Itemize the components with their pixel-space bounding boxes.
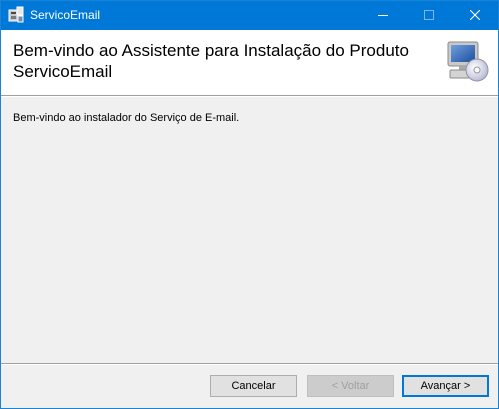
maximize-button[interactable] <box>406 1 452 30</box>
title-bar[interactable]: ServicoEmail <box>1 1 498 30</box>
installer-package-icon <box>7 6 25 24</box>
installer-window: ServicoEmail Bem-vindo ao Assistente par… <box>0 0 499 409</box>
banner-title: Bem-vindo ao Assistente para Instalação … <box>13 41 409 81</box>
next-button[interactable]: Avançar > <box>402 375 489 397</box>
maximize-icon <box>424 7 434 25</box>
close-button[interactable] <box>452 1 498 30</box>
close-icon <box>469 7 481 25</box>
minimize-icon <box>378 7 388 25</box>
computer-cd-icon <box>444 39 490 85</box>
footer-divider-highlight <box>1 364 498 365</box>
minimize-button[interactable] <box>360 1 406 30</box>
banner-divider-highlight <box>1 96 498 97</box>
header-banner: Bem-vindo ao Assistente para Instalação … <box>1 30 498 95</box>
cancel-button[interactable]: Cancelar <box>210 375 297 397</box>
welcome-message: Bem-vindo ao instalador do Serviço de E-… <box>13 112 240 124</box>
back-button[interactable]: < Voltar <box>307 375 394 397</box>
window-title: ServicoEmail <box>30 8 101 22</box>
